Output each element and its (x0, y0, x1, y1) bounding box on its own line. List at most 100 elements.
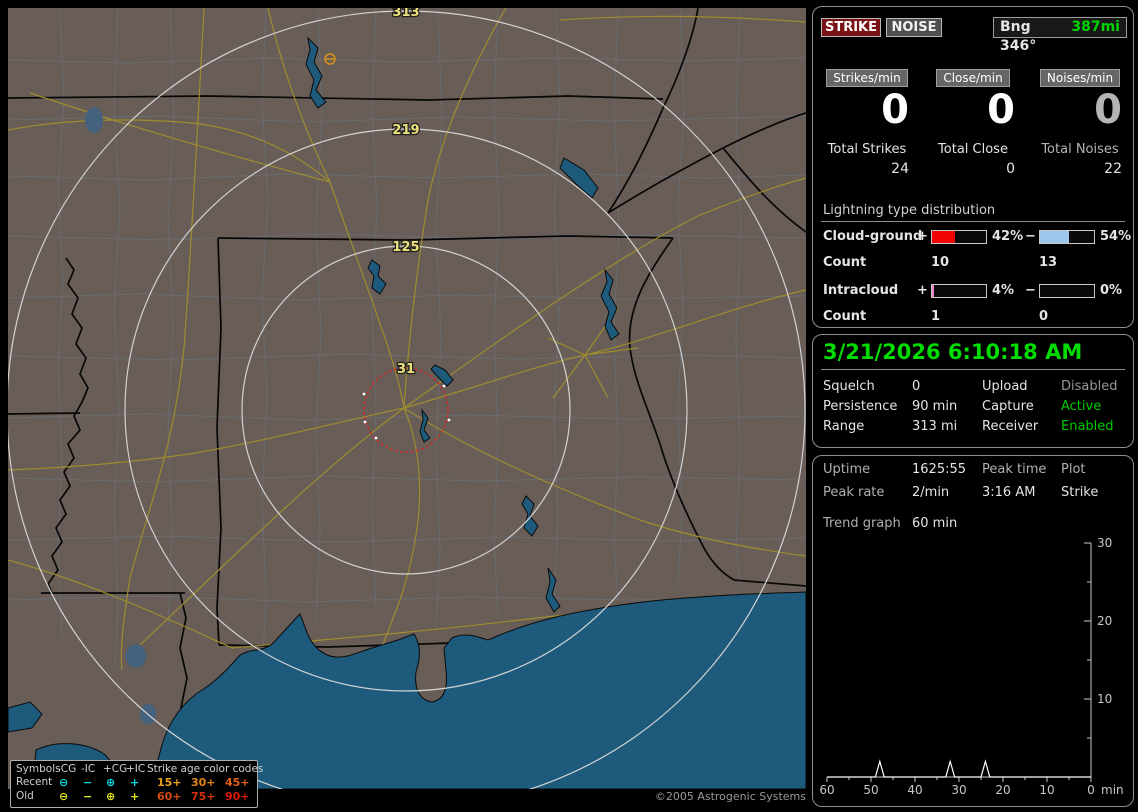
intracloud-row: Intracloud + 4% − 0% (813, 283, 1133, 299)
svg-text:10: 10 (1097, 692, 1112, 706)
trend-graph-chart: 30 20 10 60 50 40 30 20 10 0 min (819, 536, 1124, 797)
ic-neg-pct: 0% (1100, 283, 1123, 298)
svg-text:0: 0 (1087, 783, 1095, 797)
svg-text:50: 50 (863, 783, 878, 797)
squelch-label: Squelch (823, 379, 875, 394)
recent-pos-ic-icon: + (130, 776, 140, 789)
upload-state: Disabled (1061, 379, 1118, 394)
legend-recent-label: Recent (16, 776, 53, 788)
ic-count-label: Count (823, 309, 867, 324)
ring-label-313: 313 (392, 8, 419, 20)
cg-count-label: Count (823, 255, 867, 270)
map-canvas[interactable]: 313 219 125 31 (8, 8, 806, 789)
trend-graph-label: Trend graph (823, 516, 901, 531)
svg-text:min: min (1101, 783, 1124, 797)
upload-label: Upload (982, 379, 1028, 394)
legend-old-row: Old ⊖ − ⊕ + 60+ 75+ 90+ (11, 790, 257, 803)
old-neg-ic-icon: − (83, 790, 93, 803)
trend-graph-range: 60 min (912, 516, 958, 531)
cg-plus-sign: + (917, 229, 928, 244)
stats-row: Uptime 1625:55 Peak time Plot (813, 462, 1133, 478)
strike-toggle-button[interactable]: STRIKE (821, 18, 881, 37)
distribution-title: Lightning type distribution (823, 203, 996, 218)
cg-pos-bar (931, 230, 987, 244)
noises-per-min-chip[interactable]: Noises/min (1039, 69, 1121, 87)
legend-header-row: Symbols -CG -IC +CG +IC Strike age color… (11, 763, 263, 776)
legend-nic-header: -IC (81, 763, 96, 775)
status-row: Range 313 mi Receiver Enabled (813, 419, 1133, 435)
ic-minus-sign: − (1025, 283, 1036, 298)
svg-text:60: 60 (819, 783, 834, 797)
status-panel: 3/21/2026 6:10:18 AM Squelch 0 Upload Di… (812, 334, 1134, 448)
age-75: 75+ (191, 790, 216, 803)
receiver-label: Receiver (982, 419, 1039, 434)
bearing-distance-box: Bng 346° 387mi (993, 17, 1127, 54)
cloud-ground-count-row: Count 10 13 (813, 255, 1133, 271)
distribution-separator (821, 221, 1125, 222)
peak-time-value: 3:16 AM (982, 485, 1036, 500)
legend-ncg-header: -CG (57, 763, 77, 775)
cg-neg-bar-fill (1040, 231, 1070, 243)
persistence-label: Persistence (823, 399, 898, 414)
capture-state: Active (1061, 399, 1102, 414)
legend-age-title: Strike age color codes (147, 763, 264, 775)
total-close-value: 0 (1006, 161, 1015, 177)
squelch-value: 0 (912, 379, 921, 394)
cg-pos-bar-fill (932, 231, 955, 243)
datetime-display: 3/21/2026 6:10:18 AM (823, 340, 1083, 364)
intracloud-count-row: Count 1 0 (813, 309, 1133, 325)
ic-pos-bar-fill (932, 285, 935, 297)
capture-label: Capture (982, 399, 1034, 414)
svg-text:20: 20 (995, 783, 1010, 797)
recent-neg-cg-icon: ⊖ (59, 776, 69, 789)
ic-pos-bar (931, 284, 987, 298)
old-neg-cg-icon: ⊖ (59, 790, 69, 803)
svg-text:30: 30 (1097, 536, 1112, 550)
strikes-per-min-chip[interactable]: Strikes/min (826, 69, 908, 87)
cg-pos-count: 10 (931, 255, 950, 270)
total-strikes-label: Total Strikes (827, 142, 907, 157)
ring-label-219: 219 (392, 123, 419, 138)
total-close-label: Total Close (938, 142, 1008, 157)
age-45: 45+ (225, 776, 250, 789)
trend-graph-row: Trend graph 60 min (813, 516, 1133, 532)
cg-neg-pct: 54% (1100, 229, 1132, 244)
intracloud-label: Intracloud (823, 283, 899, 298)
peak-time-label: Peak time (982, 462, 1047, 477)
age-15: 15+ (157, 776, 182, 789)
range-value: 313 mi (912, 419, 958, 434)
legend-symbols-header: Symbols (16, 763, 61, 775)
plot-label: Plot (1061, 462, 1086, 477)
legend-old-label: Old (16, 790, 34, 802)
peak-rate-label: Peak rate (823, 485, 885, 500)
cg-neg-count: 13 (1039, 255, 1058, 270)
close-per-min-chip[interactable]: Close/min (936, 69, 1010, 87)
stats-row: Peak rate 2/min 3:16 AM Strike (813, 485, 1133, 501)
range-label: Range (823, 419, 865, 434)
svg-text:10: 10 (1039, 783, 1054, 797)
age-30: 30+ (191, 776, 216, 789)
status-row: Persistence 90 min Capture Active (813, 399, 1133, 415)
uptime-value: 1625:55 (912, 462, 967, 477)
old-pos-cg-icon: ⊕ (106, 790, 116, 803)
cg-pos-pct: 42% (992, 229, 1024, 244)
symbol-legend: Symbols -CG -IC +CG +IC Strike age color… (10, 760, 263, 808)
ic-pos-count: 1 (931, 309, 941, 324)
ring-label-125: 125 (392, 240, 419, 255)
ic-pos-pct: 4% (992, 283, 1015, 298)
distance-value: 387mi (1071, 19, 1120, 35)
legend-pic-header: +IC (126, 763, 146, 775)
uptime-label: Uptime (823, 462, 871, 477)
noises-per-min-value: 0 (1094, 87, 1122, 133)
legend-recent-row: Recent ⊖ − ⊕ + 15+ 30+ 45+ (11, 776, 257, 789)
counters-panel: STRIKE NOISE Bng 346° 387mi Strikes/min … (812, 6, 1134, 328)
cg-neg-bar (1039, 230, 1095, 244)
total-strikes-value: 24 (891, 161, 909, 177)
ic-neg-count: 0 (1039, 309, 1049, 324)
noise-toggle-button[interactable]: NOISE (886, 18, 942, 37)
total-noises-label: Total Noises (1041, 142, 1119, 157)
svg-text:40: 40 (907, 783, 922, 797)
lightning-detector-app: { "header": { "strike_button": "STRIKE",… (0, 0, 1138, 812)
total-noises-value: 22 (1104, 161, 1122, 177)
old-pos-ic-icon: + (130, 790, 140, 803)
